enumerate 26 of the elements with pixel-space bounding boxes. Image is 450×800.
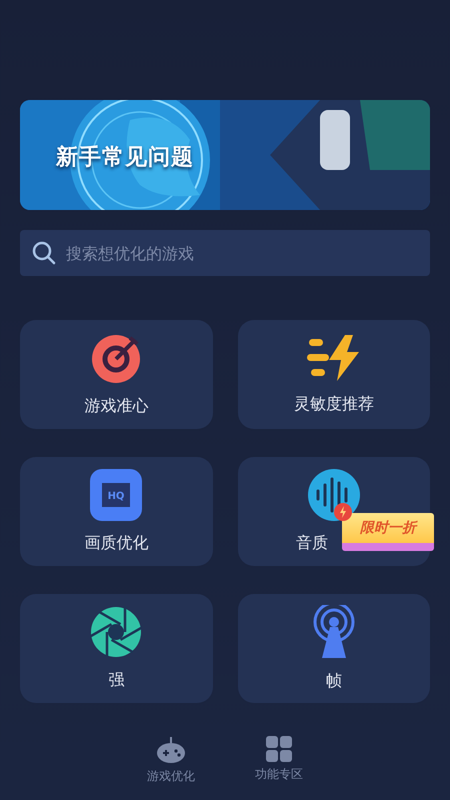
nav-tab[interactable]: 功能专区 <box>255 736 303 800</box>
feature-label: 强 <box>108 670 124 691</box>
feature-label: 灵敏度推荐 <box>294 394 374 415</box>
feature-label: 帧 <box>326 671 342 692</box>
feature-label: 画质优化 <box>84 533 148 554</box>
banner-title: 新手常见问题 <box>56 144 194 172</box>
feature-card[interactable]: 灵敏度推荐 <box>238 320 430 429</box>
broadcast-tower-icon <box>312 605 356 659</box>
search-icon <box>32 241 56 265</box>
feature-card[interactable]: 帧 <box>238 594 430 703</box>
lightning-icon <box>306 334 361 382</box>
nav-tab[interactable]: 游戏优化 <box>147 736 195 800</box>
aperture-icon <box>90 606 142 658</box>
gamepad-icon <box>156 736 186 764</box>
feature-label: 音质 <box>296 533 328 554</box>
feature-card[interactable]: 游戏准心 <box>20 320 212 429</box>
search-bar[interactable]: 搜索想优化的游戏 <box>20 230 430 276</box>
grid-icon <box>266 736 292 762</box>
search-input[interactable]: 搜索想优化的游戏 <box>64 242 418 264</box>
feature-card[interactable]: HQ 画质优化 <box>20 457 212 566</box>
discount-badge: 限时一折 <box>342 513 434 551</box>
feature-card[interactable]: 强 <box>20 594 212 703</box>
lightning-icon <box>334 503 352 521</box>
feature-label: 游戏准心 <box>84 396 148 417</box>
target-icon <box>90 332 142 384</box>
hq-icon: HQ <box>90 469 142 521</box>
